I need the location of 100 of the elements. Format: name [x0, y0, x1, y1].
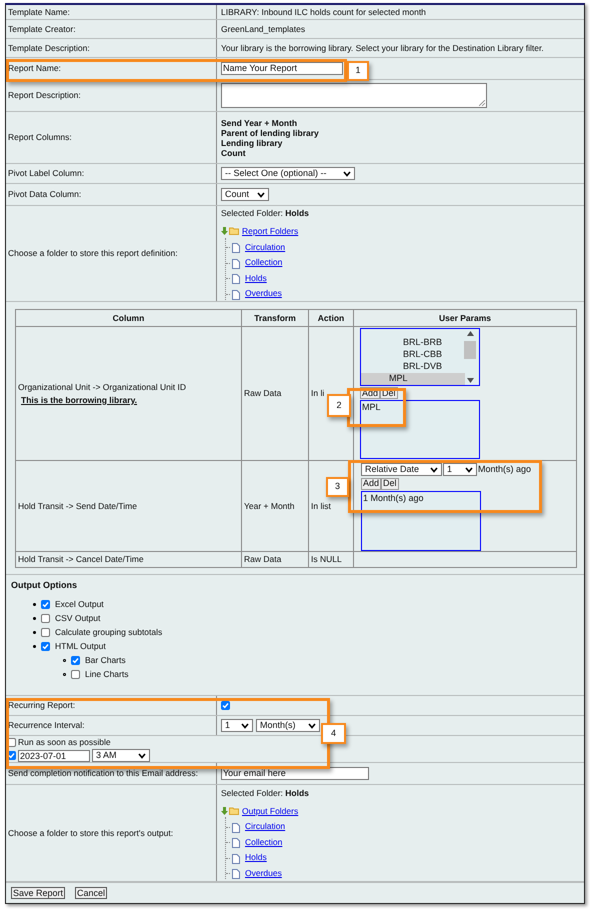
date-field[interactable]: 2023-07-01	[18, 750, 90, 762]
document-icon	[232, 822, 240, 833]
chevron-icon	[308, 722, 316, 728]
dropdown[interactable]: 3 AM	[92, 749, 150, 762]
selected-folder-text: Selected Folder: Holds	[221, 208, 309, 218]
list-option[interactable]: BRL-BRB	[361, 337, 465, 349]
column-header: Transform	[254, 312, 296, 324]
option-list[interactable]: BRL-BRB BRL-CBB BRL-DVB MPL	[360, 328, 480, 386]
selected-folder-text: Selected Folder: Holds	[221, 788, 309, 798]
column-header: User Params	[439, 312, 491, 324]
dropdown[interactable]: 1	[443, 463, 477, 476]
table-cell: Organizational Unit -> Organizational Unit ID	[18, 380, 186, 394]
list-option[interactable]: BRL-DVB	[361, 361, 465, 373]
field-label: Pivot Data Column:	[8, 188, 82, 201]
field-value: Your library is the borrowing library. Select your library for the Destination Library filter.	[221, 42, 545, 54]
field-label: Choose a folder to store this report's output:	[8, 826, 174, 840]
option-label: Line Charts	[85, 669, 128, 680]
list-option[interactable]: MPL	[361, 373, 465, 385]
table-cell: In list	[311, 500, 331, 512]
checkbox[interactable]	[71, 656, 80, 665]
check-icon	[222, 702, 229, 709]
option-label: Run as soon as possible	[18, 736, 111, 748]
folder-link[interactable]: Collection	[245, 256, 282, 269]
note-link[interactable]: This is the borrowing library.	[21, 394, 138, 406]
field-label: Send completion notification to this Email address:	[8, 767, 198, 780]
chevron-icon	[138, 752, 146, 759]
arrow-up-icon[interactable]	[466, 331, 474, 336]
field-label: Report Description:	[8, 89, 81, 102]
callout-number: 2	[327, 394, 351, 417]
check-icon	[72, 657, 79, 664]
report-name-field[interactable]: Name Your Report	[221, 62, 343, 75]
folder-link[interactable]: Circulation	[245, 240, 286, 254]
document-icon	[232, 838, 240, 848]
checkbox[interactable]	[41, 628, 50, 637]
table-cell: Is NULL	[311, 553, 342, 566]
checkbox[interactable]	[41, 600, 50, 609]
checkbox[interactable]	[41, 642, 50, 651]
table-cell: Year + Month	[244, 500, 294, 512]
arrow-down-icon[interactable]	[466, 378, 474, 383]
table-cell: Raw Data	[244, 553, 282, 566]
checkbox[interactable]	[41, 614, 50, 623]
folder-link[interactable]: Holds	[245, 851, 267, 864]
report-column-name: Count	[221, 148, 246, 158]
chevron-icon	[257, 192, 265, 198]
section-title: Output Options	[11, 580, 78, 591]
field-label: Template Name:	[8, 6, 70, 18]
delete-button[interactable]: Del	[381, 478, 399, 490]
report-column-name: Lending library	[221, 138, 282, 148]
value-list[interactable]: 1 Month(s) ago	[361, 490, 481, 550]
description-field[interactable]	[221, 83, 487, 108]
folder-link[interactable]: Output Folders	[242, 804, 298, 818]
field-label: Report Columns:	[8, 131, 72, 144]
resize-handle-icon[interactable]	[479, 100, 485, 106]
column-header: Action	[318, 312, 344, 324]
value-list[interactable]: MPL	[360, 400, 480, 459]
arrow-down-icon	[221, 806, 228, 815]
field-value: GreenLand_templates	[221, 22, 306, 36]
document-icon	[232, 854, 240, 864]
table-cell: Hold Transit -> Cancel Date/Time	[18, 553, 144, 566]
callout-number: 1	[347, 61, 369, 81]
unit-text: Month(s) ago	[478, 463, 532, 476]
dropdown[interactable]: 1	[221, 719, 253, 732]
field-label: Template Description:	[8, 42, 90, 54]
dropdown[interactable]: Month(s)	[256, 719, 320, 732]
dropdown[interactable]: Count	[221, 188, 269, 201]
folder-icon	[229, 227, 239, 236]
checkbox[interactable]	[221, 701, 230, 710]
document-icon	[232, 243, 240, 254]
dropdown[interactable]: -- Select One (optional) --	[221, 167, 355, 180]
arrow-down-icon	[221, 227, 228, 236]
list-value[interactable]: 1 Month(s) ago	[363, 492, 480, 505]
folder-link[interactable]: Overdues	[245, 866, 282, 880]
save-button[interactable]: Save Report	[11, 887, 66, 899]
folder-link[interactable]: Report Folders	[242, 225, 298, 238]
list-value[interactable]: MPL	[362, 401, 479, 414]
field-label: Template Creator:	[8, 22, 76, 36]
chevron-icon	[430, 466, 438, 473]
field-label: Recurring Report:	[8, 699, 76, 712]
list-option[interactable]: BRL-CBB	[361, 349, 465, 361]
document-icon	[232, 258, 240, 269]
document-icon	[232, 274, 240, 284]
option-label: Excel Output	[55, 599, 104, 610]
folder-link[interactable]: Circulation	[245, 820, 286, 833]
table-cell: Hold Transit -> Send Date/Time	[18, 500, 137, 512]
table-cell: Raw Data	[244, 387, 282, 400]
field-value: LIBRARY: Inbound ILC holds count for selected month	[221, 6, 427, 18]
report-column-name: Parent of lending library	[221, 128, 320, 138]
folder-link[interactable]: Overdues	[245, 287, 282, 300]
option-label: Calculate grouping subtotals	[55, 627, 162, 638]
checkbox[interactable]	[71, 670, 80, 679]
cancel-button[interactable]: Cancel	[75, 887, 108, 899]
add-button[interactable]: Add	[361, 478, 382, 490]
table-cell: In li	[311, 387, 324, 400]
field-label: Choose a folder to store this report definition:	[8, 247, 178, 260]
folder-link[interactable]: Collection	[245, 836, 282, 848]
dropdown[interactable]: Relative Date	[361, 463, 442, 476]
document-icon	[232, 869, 240, 880]
folder-link[interactable]: Holds	[245, 272, 267, 284]
scrollbar[interactable]	[463, 331, 477, 383]
check-icon	[8, 752, 15, 760]
